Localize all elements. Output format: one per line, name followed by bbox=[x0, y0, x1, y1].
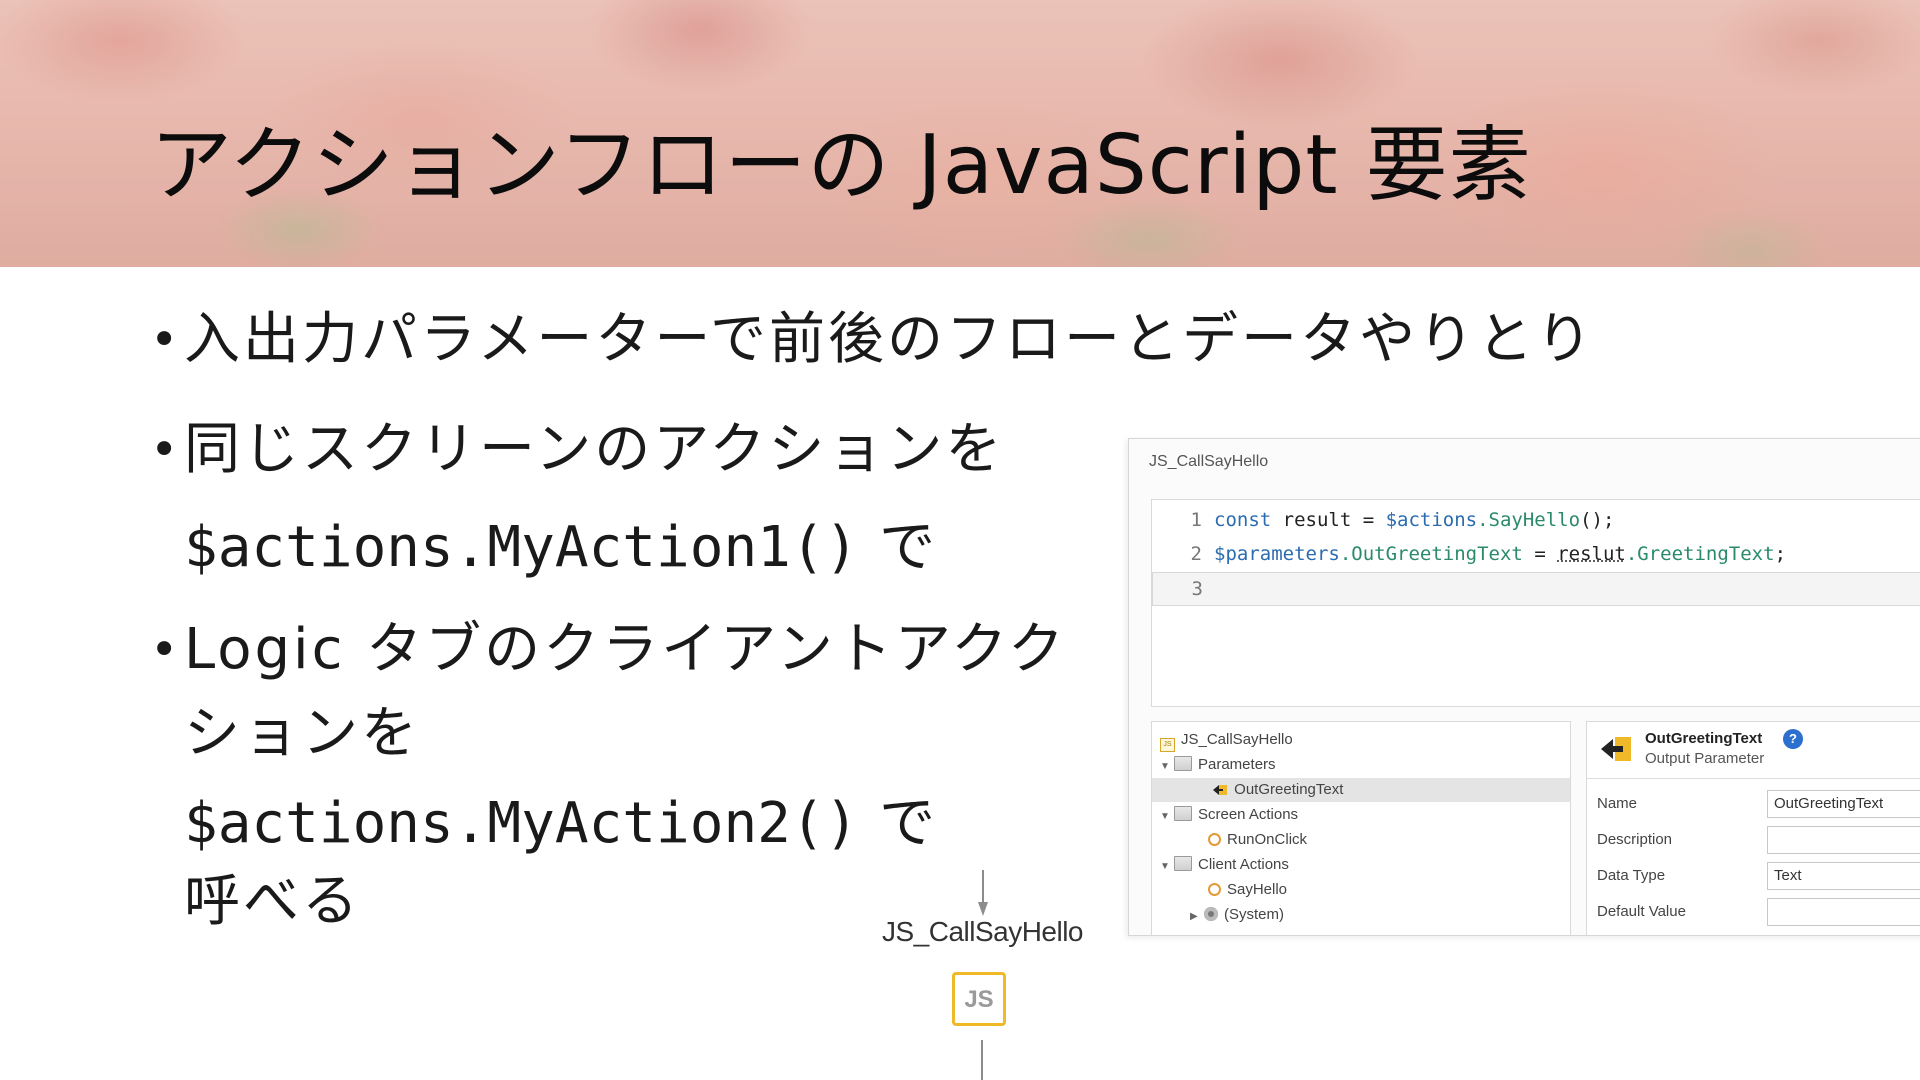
property-element-name: OutGreetingText bbox=[1645, 730, 1763, 747]
bullet-client-actions: • Logic タブのクライアントアクク bbox=[150, 608, 1067, 692]
tree-item-label: OutGreetingText bbox=[1234, 781, 1344, 798]
bullet-client-actions-code-line: $actions.MyAction2() で bbox=[184, 782, 938, 866]
property-label: Default Value bbox=[1597, 903, 1686, 920]
bullet-screen-actions-code-line: $actions.MyAction1() で bbox=[184, 506, 938, 590]
gear-icon bbox=[1204, 907, 1218, 921]
editor-title: JS_CallSayHello bbox=[1149, 453, 1269, 470]
property-element-type: Output Parameter bbox=[1645, 750, 1765, 767]
javascript-icon: JS bbox=[1160, 738, 1175, 752]
properties-header: OutGreetingText ? Output Parameter bbox=[1587, 722, 1920, 779]
property-name-row: Name bbox=[1597, 790, 1637, 818]
action-icon bbox=[1208, 833, 1221, 846]
output-parameter-icon bbox=[1213, 785, 1228, 795]
bullet-text: で bbox=[858, 515, 939, 580]
name-field[interactable]: OutGreetingText bbox=[1767, 790, 1920, 818]
property-default-value-row: Default Value bbox=[1597, 898, 1686, 926]
code-method: .SayHello bbox=[1477, 509, 1581, 531]
flow-node-label: JS_CallSayHello bbox=[880, 916, 1085, 948]
tree-item-client-actions[interactable]: ▼ Client Actions bbox=[1160, 853, 1289, 877]
property-label: Name bbox=[1597, 795, 1638, 812]
bullet-text: Logic タブのクライアントアクク bbox=[184, 617, 1067, 682]
code-editor[interactable]: 1 const result = $actions.SayHello(); 2 $p… bbox=[1151, 499, 1920, 707]
output-parameter-icon bbox=[1601, 737, 1631, 761]
tree-item-label: Parameters bbox=[1198, 756, 1276, 773]
properties-panel: OutGreetingText ? Output Parameter Name … bbox=[1586, 721, 1920, 935]
folder-icon bbox=[1174, 856, 1192, 871]
chevron-down-icon[interactable]: ▼ bbox=[1160, 855, 1174, 879]
bullet-dot: • bbox=[150, 422, 182, 478]
chevron-down-icon[interactable]: ▼ bbox=[1160, 755, 1174, 779]
javascript-node-icon[interactable]: JS bbox=[952, 972, 1006, 1026]
tree-item-system[interactable]: ▶ (System) bbox=[1190, 903, 1284, 927]
code-method: .OutGreetingText bbox=[1339, 543, 1523, 565]
folder-icon bbox=[1174, 756, 1192, 771]
tree-item-label: JS_CallSayHello bbox=[1181, 731, 1293, 748]
bullet-text: 同じスクリーンのアクションを bbox=[184, 417, 1005, 482]
tree-item-say-hello[interactable]: SayHello bbox=[1208, 878, 1287, 902]
default-value-field[interactable] bbox=[1767, 898, 1920, 926]
bullet-text: 入出力パラメーターで前後のフローとデータやりとり bbox=[184, 307, 1595, 372]
code-line-3[interactable]: 3 bbox=[1152, 572, 1920, 606]
slide-title: アクションフローの JavaScript 要素 bbox=[150, 118, 1532, 213]
property-label: Data Type bbox=[1597, 867, 1666, 884]
bullet-text: 呼べる bbox=[184, 869, 361, 934]
chevron-right-icon[interactable]: ▶ bbox=[1190, 905, 1204, 929]
code-text: ; bbox=[1774, 543, 1787, 565]
bullet-dot: • bbox=[150, 622, 182, 678]
chevron-down-icon[interactable]: ▼ bbox=[1160, 805, 1174, 829]
property-description-row: Description bbox=[1597, 826, 1672, 854]
description-field[interactable] bbox=[1767, 826, 1920, 854]
code-method: .GreetingText bbox=[1625, 543, 1775, 565]
data-type-field[interactable]: Text bbox=[1767, 862, 1920, 890]
flow-arrow-icon bbox=[978, 870, 988, 916]
bullet-client-actions-line2: ションを bbox=[184, 692, 420, 776]
code-snippet: $actions.MyAction2() bbox=[184, 791, 859, 856]
property-label: Description bbox=[1597, 831, 1673, 848]
tree-item-label: Screen Actions bbox=[1198, 806, 1299, 823]
flow-connector bbox=[981, 1040, 983, 1080]
code-line-2[interactable]: 2 $parameters.OutGreetingText = reslut.Gr… bbox=[1152, 538, 1786, 570]
code-text: result = bbox=[1271, 509, 1386, 531]
bullet-text: で bbox=[858, 791, 939, 856]
code-identifier: $actions bbox=[1385, 509, 1478, 531]
code-identifier: $parameters bbox=[1214, 543, 1340, 565]
action-icon bbox=[1208, 883, 1221, 896]
javascript-editor-panel: JS_CallSayHello 1 const result = $actions… bbox=[1128, 438, 1920, 936]
bullet-screen-actions: • 同じスクリーンのアクションを bbox=[150, 408, 1005, 492]
code-text: (); bbox=[1580, 509, 1615, 531]
code-line-1[interactable]: 1 const result = $actions.SayHello(); bbox=[1152, 504, 1615, 536]
line-number: 3 bbox=[1191, 578, 1203, 600]
code-error-identifier: reslut bbox=[1557, 543, 1626, 565]
code-keyword: const bbox=[1214, 509, 1272, 531]
tree-item-out-greeting-text[interactable]: OutGreetingText bbox=[1152, 778, 1570, 802]
tree-item-screen-actions[interactable]: ▼ Screen Actions bbox=[1160, 803, 1298, 827]
property-data-type-row: Data Type bbox=[1597, 862, 1665, 890]
tree-item-run-on-click[interactable]: RunOnClick bbox=[1208, 828, 1307, 852]
tree-item-label: SayHello bbox=[1227, 881, 1288, 898]
tree-item-label: (System) bbox=[1224, 906, 1284, 923]
element-tree: JS JS_CallSayHello ▼ Parameters OutGreetin… bbox=[1151, 721, 1571, 935]
help-icon[interactable]: ? bbox=[1783, 729, 1803, 749]
folder-icon bbox=[1174, 806, 1192, 821]
code-snippet: $actions.MyAction1() bbox=[184, 515, 859, 580]
bullet-data-exchange: • 入出力パラメーターで前後のフローとデータやりとり bbox=[150, 298, 1595, 382]
line-number: 1 bbox=[1190, 509, 1202, 531]
code-text: = bbox=[1522, 543, 1558, 565]
line-number: 2 bbox=[1190, 543, 1202, 565]
bullet-client-actions-line4: 呼べる bbox=[184, 860, 361, 944]
tree-item-parameters[interactable]: ▼ Parameters bbox=[1160, 753, 1276, 777]
bullet-text: ションを bbox=[184, 701, 420, 766]
bullet-dot: • bbox=[150, 312, 182, 368]
tree-item-root[interactable]: JS JS_CallSayHello bbox=[1160, 728, 1293, 752]
tree-item-label: Client Actions bbox=[1198, 856, 1289, 873]
tree-item-label: RunOnClick bbox=[1227, 831, 1308, 848]
